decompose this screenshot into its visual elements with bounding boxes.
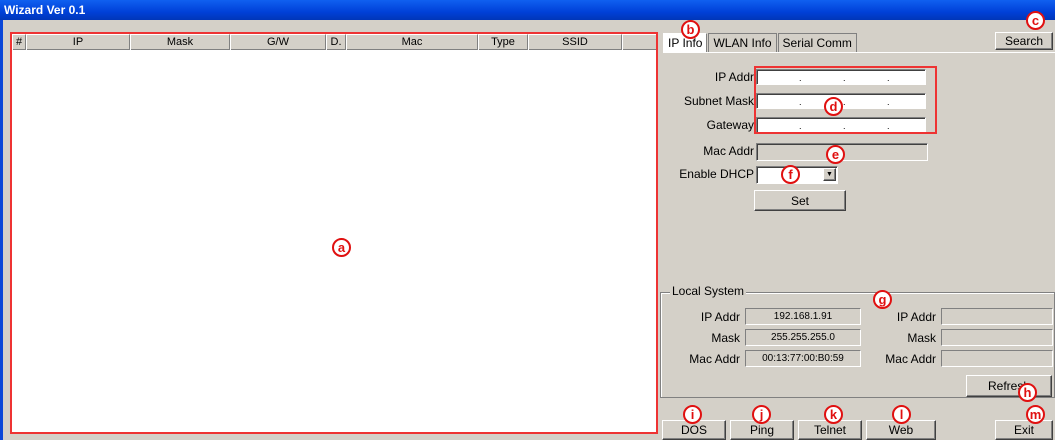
local-mac-value: 00:13:77:00:B0:59 <box>745 350 861 367</box>
gateway-label: Gateway <box>706 118 754 132</box>
search-button[interactable]: Search <box>995 32 1053 50</box>
marker-e: e <box>826 145 845 164</box>
col-header-filler <box>622 34 656 50</box>
window-title: Wizard Ver 0.1 <box>0 0 1055 20</box>
marker-b: b <box>681 20 700 39</box>
local-mask-label: Mask <box>711 331 740 345</box>
exit-button[interactable]: Exit <box>995 420 1053 440</box>
local-system-legend: Local System <box>670 284 747 298</box>
col-header-type[interactable]: Type <box>478 34 528 50</box>
marker-i: i <box>683 405 702 424</box>
marker-d: d <box>824 97 843 116</box>
local-ip-label: IP Addr <box>700 310 740 324</box>
remote-ip-label: IP Addr <box>896 310 936 324</box>
col-header-ssid[interactable]: SSID <box>528 34 622 50</box>
local-ip-value: 192.168.1.91 <box>745 308 861 325</box>
col-header-gateway[interactable]: G/W <box>230 34 326 50</box>
remote-mac-value <box>941 350 1053 367</box>
chevron-down-icon[interactable]: ▼ <box>823 168 836 181</box>
subnet-mask-label: Subnet Mask <box>683 94 754 108</box>
ip-fields-highlight <box>754 66 937 134</box>
set-button[interactable]: Set <box>754 190 846 211</box>
tab-serial-comm[interactable]: Serial Comm <box>777 33 857 53</box>
remote-ip-value <box>941 308 1053 325</box>
marker-c: c <box>1026 11 1045 30</box>
refresh-button[interactable]: Refresh <box>966 375 1052 397</box>
col-header-ip[interactable]: IP <box>26 34 130 50</box>
marker-m: m <box>1026 405 1045 424</box>
device-list-header: # IP Mask G/W D. Mac Type SSID <box>12 34 656 50</box>
col-header-index[interactable]: # <box>12 34 26 50</box>
col-header-mac[interactable]: Mac <box>346 34 478 50</box>
marker-h: h <box>1018 383 1037 402</box>
device-list[interactable]: # IP Mask G/W D. Mac Type SSID <box>10 32 658 434</box>
marker-a: a <box>332 238 351 257</box>
mac-addr-label: Mac Addr <box>703 144 754 158</box>
col-header-mask[interactable]: Mask <box>130 34 230 50</box>
remote-mac-label: Mac Addr <box>885 352 936 366</box>
remote-mask-label: Mask <box>907 331 936 345</box>
local-mask-value: 255.255.255.0 <box>745 329 861 346</box>
tab-wlan-info[interactable]: WLAN Info <box>708 33 777 53</box>
enable-dhcp-label: Enable DHCP <box>679 167 754 181</box>
col-header-dhcp[interactable]: D. <box>326 34 346 50</box>
marker-l: l <box>892 405 911 424</box>
marker-g: g <box>873 290 892 309</box>
local-mac-label: Mac Addr <box>689 352 740 366</box>
marker-k: k <box>824 405 843 424</box>
ip-addr-label: IP Addr <box>714 70 754 84</box>
marker-j: j <box>752 405 771 424</box>
marker-f: f <box>781 165 800 184</box>
remote-mask-value <box>941 329 1053 346</box>
